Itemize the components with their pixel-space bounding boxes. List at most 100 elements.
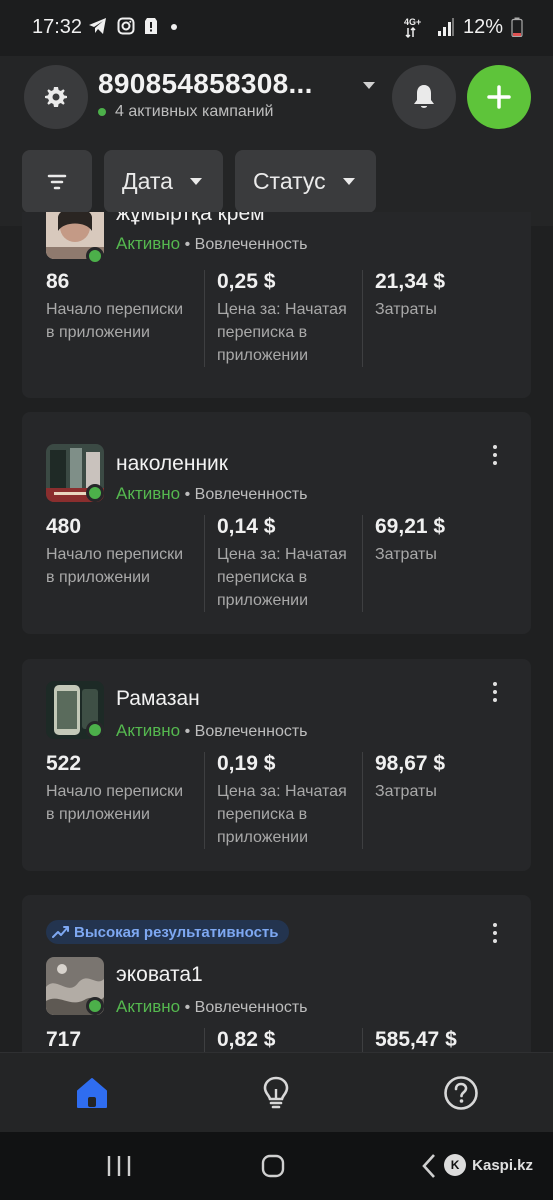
chevron-down-icon[interactable]: [362, 81, 376, 91]
metric-value: 98,67 $: [375, 752, 446, 775]
metric-label: Затраты: [375, 301, 437, 318]
separator-dot: •: [184, 236, 191, 253]
signal-icon: [437, 18, 454, 36]
campaign-card[interactable]: Высокая результативность эковата1 Активн…: [22, 895, 531, 1052]
wifi-calling-icon: 4G+: [404, 17, 421, 39]
dot-icon: [171, 24, 177, 30]
status-time: 17:32: [32, 16, 83, 38]
status-notification-icons: [88, 17, 181, 35]
campaign-name[interactable]: жұмыртқа крем: [116, 212, 265, 226]
active-status-dot: [86, 484, 104, 502]
metric-results: 522 Начало переписки в приложении: [46, 752, 204, 849]
metric-spend: 69,21 $ Затраты: [362, 515, 512, 612]
metric-label: Затраты: [375, 546, 437, 563]
lightbulb-icon: [263, 1076, 289, 1109]
metric-results: 717: [46, 1028, 204, 1052]
kaspi-watermark: K Kaspi.kz: [444, 1154, 533, 1176]
add-campaign-button[interactable]: [467, 65, 531, 129]
system-navigation-bar: K Kaspi.kz: [0, 1132, 553, 1200]
nav-ideas[interactable]: [256, 1073, 296, 1113]
campaign-objective: Вовлеченность: [194, 236, 308, 253]
filter-icon: [47, 174, 67, 189]
metric-label: Начало переписки в приложении: [46, 301, 184, 341]
account-title[interactable]: 890854858308...: [98, 68, 313, 100]
alert-icon: [145, 18, 157, 34]
separator-dot: •: [184, 723, 191, 740]
campaign-status-line: Активно • Вовлеченность: [116, 234, 308, 254]
bell-icon: [414, 85, 434, 108]
metric-value: 0,82 $: [217, 1028, 276, 1051]
campaign-metrics: 86 Начало переписки в приложении 0,25 $ Це…: [46, 270, 516, 367]
active-status-dot: [86, 721, 104, 739]
campaign-status-line: Активно • Вовлеченность: [116, 997, 308, 1017]
high-performance-badge: Высокая результативность: [46, 920, 289, 944]
gear-icon: [45, 87, 67, 107]
back-icon[interactable]: [420, 1153, 438, 1179]
plus-icon: [487, 85, 511, 109]
campaign-metrics: 522 Начало переписки в приложении 0,19 $ Ц…: [46, 752, 516, 849]
campaign-card[interactable]: наколенник Активно • Вовлеченность 480 На…: [22, 412, 531, 634]
campaign-objective: Вовлеченность: [194, 999, 308, 1016]
metric-value: 21,34 $: [375, 270, 446, 293]
separator-dot: •: [184, 999, 191, 1016]
metric-cost-per-result: 0,14 $ Цена за: Начатая переписка в прило…: [204, 515, 362, 612]
campaign-status: Активно: [116, 997, 181, 1016]
watermark-text: Kaspi.kz: [472, 1156, 533, 1174]
telegram-icon: [89, 18, 106, 34]
metric-value: 0,25 $: [217, 270, 276, 293]
kaspi-logo-icon: K: [444, 1154, 467, 1176]
app-header: 890854858308... 4 активных кампаний Дата…: [0, 56, 553, 226]
metric-value: 717: [46, 1028, 82, 1051]
date-filter-dropdown[interactable]: Дата: [104, 150, 223, 213]
campaign-objective: Вовлеченность: [194, 486, 308, 503]
battery-percent: 12%: [462, 15, 503, 38]
metric-label: Цена за: Начатая переписка в приложении: [217, 783, 347, 846]
campaign-list[interactable]: жұмыртқа крем Активно • Вовлеченность 86…: [0, 212, 553, 1052]
active-campaigns-text: 4 активных кампаний: [115, 103, 274, 120]
filter-row: Дата Статус: [22, 150, 376, 213]
metric-value: 86: [46, 270, 70, 293]
campaign-name[interactable]: наколенник: [116, 452, 228, 476]
metric-results: 480 Начало переписки в приложении: [46, 515, 204, 612]
metric-spend: 21,34 $ Затраты: [362, 270, 512, 367]
help-icon: [444, 1076, 478, 1110]
metric-results: 86 Начало переписки в приложении: [46, 270, 204, 367]
status-system-icons: 4G+ 12%: [403, 15, 523, 39]
more-options-icon[interactable]: [493, 445, 499, 465]
metric-cost-per-result: 0,25 $ Цена за: Начатая переписка в прило…: [204, 270, 362, 367]
battery-icon: [511, 17, 523, 37]
campaign-status-line: Активно • Вовлеченность: [116, 484, 308, 504]
metric-value: 585,47 $: [375, 1028, 457, 1051]
campaign-card[interactable]: жұмыртқа крем Активно • Вовлеченность 86…: [22, 212, 531, 398]
campaign-card[interactable]: Рамазан Активно • Вовлеченность 522 Начал…: [22, 659, 531, 871]
metric-cost-per-result: 0,82 $: [204, 1028, 362, 1052]
active-status-dot: [86, 997, 104, 1015]
chevron-down-icon: [342, 178, 355, 185]
status-dot: [98, 108, 106, 116]
status-bar: 17:32 4G+ 12%: [0, 0, 553, 56]
campaign-status-line: Активно • Вовлеченность: [116, 721, 308, 741]
active-status-dot: [86, 247, 104, 265]
metric-value: 0,14 $: [217, 515, 276, 538]
more-options-icon[interactable]: [493, 682, 499, 702]
recent-apps-icon[interactable]: [106, 1154, 132, 1178]
trend-up-icon: [52, 926, 69, 938]
status-filter-dropdown[interactable]: Статус: [234, 150, 376, 213]
campaign-metrics: 480 Начало переписки в приложении 0,14 $ Ц…: [46, 515, 516, 612]
notifications-button[interactable]: [392, 65, 456, 129]
campaign-status: Активно: [116, 484, 181, 503]
campaign-name[interactable]: Рамазан: [116, 687, 200, 711]
more-options-icon[interactable]: [493, 923, 499, 943]
campaign-name[interactable]: эковата1: [116, 963, 203, 987]
metric-spend: 585,47 $: [362, 1028, 512, 1052]
campaign-status: Активно: [116, 721, 181, 740]
instagram-icon: [117, 17, 135, 35]
nav-help[interactable]: [441, 1073, 481, 1113]
campaign-objective: Вовлеченность: [194, 723, 308, 740]
filter-button[interactable]: [22, 150, 92, 213]
nav-home[interactable]: [72, 1073, 112, 1113]
settings-button[interactable]: [24, 65, 88, 129]
campaign-status: Активно: [116, 234, 181, 253]
home-system-icon[interactable]: [260, 1153, 286, 1179]
bottom-navigation: [0, 1052, 553, 1132]
